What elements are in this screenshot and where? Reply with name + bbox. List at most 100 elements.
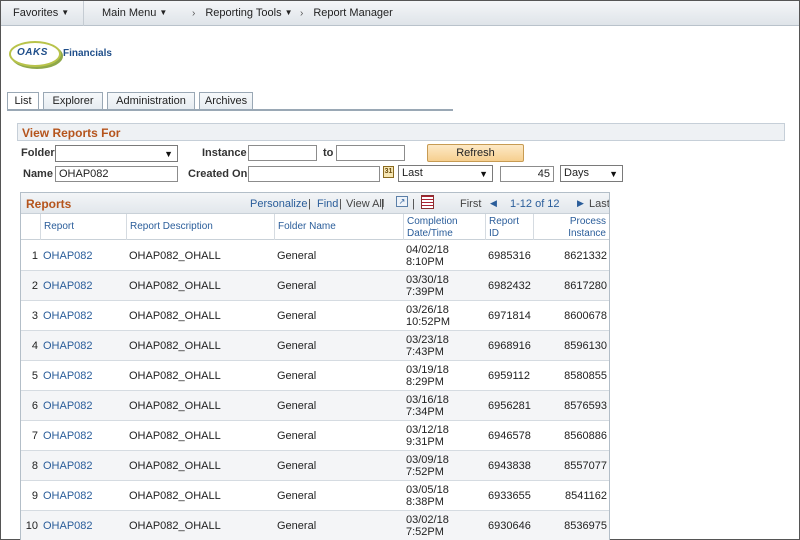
completion-time: 7:52PM	[406, 526, 444, 538]
personalize-label: Personalize	[250, 198, 308, 210]
col-completion[interactable]: Completion Date/Time	[403, 214, 485, 240]
calendar-icon[interactable]: 31	[383, 166, 394, 178]
report-id: 6982432	[488, 280, 531, 292]
next-arrow-icon[interactable]: ▶	[577, 198, 584, 209]
date-range-select[interactable]: Last ▼	[398, 165, 493, 182]
table-row: 4 OHAP082 OHAP082_OHALL General 03/23/18 7:43…	[21, 331, 609, 361]
day-count-input[interactable]	[500, 166, 554, 182]
row-number: 6	[31, 400, 38, 412]
report-link[interactable]: OHAP082	[43, 271, 123, 301]
top-menu-bar: Favorites ▼ Main Menu ▼ › Reporting Tools ▼ …	[1, 1, 799, 26]
time-unit-select[interactable]: Days ▼	[560, 165, 623, 182]
completion-date: 03/26/18	[406, 304, 449, 316]
report-link[interactable]: OHAP082	[43, 301, 123, 331]
row-number: 10	[25, 520, 38, 532]
view-reports-for-header: View Reports For	[17, 123, 785, 141]
row-number: 8	[31, 460, 38, 472]
table-row: 7 OHAP082 OHAP082_OHALL General 03/12/18 9:31…	[21, 421, 609, 451]
name-input[interactable]	[55, 166, 178, 182]
col-folder[interactable]: Folder Name	[274, 214, 403, 240]
last-link[interactable]: Last	[589, 198, 609, 210]
tab-explorer[interactable]: Explorer	[43, 92, 103, 110]
folder-label: Folder	[21, 147, 55, 159]
view-all-label: View All	[346, 198, 385, 210]
col-report[interactable]: Report	[40, 214, 126, 240]
folder-name: General	[277, 520, 317, 532]
previous-arrow-icon[interactable]: ◀	[490, 198, 497, 209]
completion-date: 03/09/18	[406, 454, 449, 466]
view-all-link[interactable]: View All	[346, 198, 384, 210]
report-link[interactable]: OHAP082	[43, 481, 123, 511]
caret-down-icon: ▼	[61, 8, 70, 17]
col-report-id-line2: ID	[489, 228, 499, 239]
row-number: 1	[31, 250, 38, 262]
col-report-id[interactable]: Report ID	[485, 214, 533, 240]
report-link[interactable]: OHAP082	[43, 421, 123, 451]
table-row: 6 OHAP082 OHAP082_OHALL General 03/16/18 7:34…	[21, 391, 609, 421]
section-title: View Reports For	[22, 126, 121, 140]
completion-time: 8:38PM	[406, 496, 444, 508]
new-window-icon[interactable]: ↗	[396, 196, 408, 207]
completion-datetime: 03/23/18 7:43PM	[406, 331, 484, 361]
process-instance: 8576593	[564, 400, 607, 412]
folder-select[interactable]: ▼	[55, 145, 178, 162]
report-link[interactable]: OHAP082	[43, 331, 123, 361]
row-number: 9	[31, 490, 38, 502]
table-row: 3 OHAP082 OHAP082_OHALL General 03/26/18 10:5…	[21, 301, 609, 331]
main-menu-label: Main Menu	[102, 7, 157, 19]
report-link[interactable]: OHAP082	[43, 451, 123, 481]
tab-archives[interactable]: Archives	[199, 92, 253, 110]
breadcrumb-reporting-tools[interactable]: › Reporting Tools ▼	[192, 7, 293, 19]
col-description[interactable]: Report Description	[126, 214, 274, 240]
instance-from-input[interactable]	[248, 145, 317, 161]
completion-time: 8:10PM	[406, 256, 444, 268]
completion-datetime: 03/16/18 7:34PM	[406, 391, 484, 421]
menu-divider	[83, 1, 84, 26]
first-link[interactable]: First	[460, 198, 481, 210]
completion-time: 7:43PM	[406, 346, 444, 358]
row-number: 4	[31, 340, 38, 352]
report-description: OHAP082_OHALL	[129, 490, 221, 502]
page-range-label: 1-12 of 12	[510, 198, 560, 210]
report-link[interactable]: OHAP082	[43, 361, 123, 391]
report-id: 6968916	[488, 340, 531, 352]
completion-time: 7:34PM	[406, 406, 444, 418]
report-description: OHAP082_OHALL	[129, 520, 221, 532]
download-grid-icon[interactable]	[421, 195, 434, 209]
breadcrumb-report-manager[interactable]: › Report Manager	[300, 7, 393, 19]
main-menu[interactable]: Main Menu ▼	[102, 7, 167, 19]
find-link[interactable]: Find	[317, 198, 338, 210]
col-folder-label: Folder Name	[278, 221, 336, 232]
col-process-instance[interactable]: Process Instance	[533, 214, 609, 240]
created-on-input[interactable]	[248, 166, 380, 182]
grid-title: Reports	[26, 197, 72, 211]
chevron-right-icon: ›	[300, 8, 304, 19]
report-id: 6956281	[488, 400, 531, 412]
folder-name: General	[277, 370, 317, 382]
folder-name: General	[277, 460, 317, 472]
report-description: OHAP082_OHALL	[129, 310, 221, 322]
folder-name: General	[277, 490, 317, 502]
refresh-button[interactable]: Refresh	[427, 144, 524, 162]
col-report-id-line1: Report	[489, 216, 520, 227]
folder-name: General	[277, 310, 317, 322]
completion-date: 03/02/18	[406, 514, 449, 526]
tab-underline	[7, 109, 453, 111]
report-link[interactable]: OHAP082	[43, 241, 123, 271]
table-row: 5 OHAP082 OHAP082_OHALL General 03/19/18 8:29…	[21, 361, 609, 391]
tab-administration[interactable]: Administration	[107, 92, 195, 110]
personalize-link[interactable]: Personalize	[250, 198, 307, 210]
col-completion-line2: Date/Time	[407, 228, 453, 239]
process-instance: 8536975	[564, 520, 607, 532]
favorites-menu[interactable]: Favorites ▼	[13, 7, 69, 19]
completion-time: 7:39PM	[406, 286, 444, 298]
process-instance: 8596130	[564, 340, 607, 352]
date-range-value: Last	[402, 167, 423, 179]
report-link[interactable]: OHAP082	[43, 391, 123, 421]
report-link[interactable]: OHAP082	[43, 511, 123, 540]
completion-time: 9:31PM	[406, 436, 444, 448]
folder-name: General	[277, 250, 317, 262]
folder-name: General	[277, 400, 317, 412]
oaks-financials-logo: OAKS Financials	[9, 39, 129, 69]
instance-to-input[interactable]	[336, 145, 405, 161]
